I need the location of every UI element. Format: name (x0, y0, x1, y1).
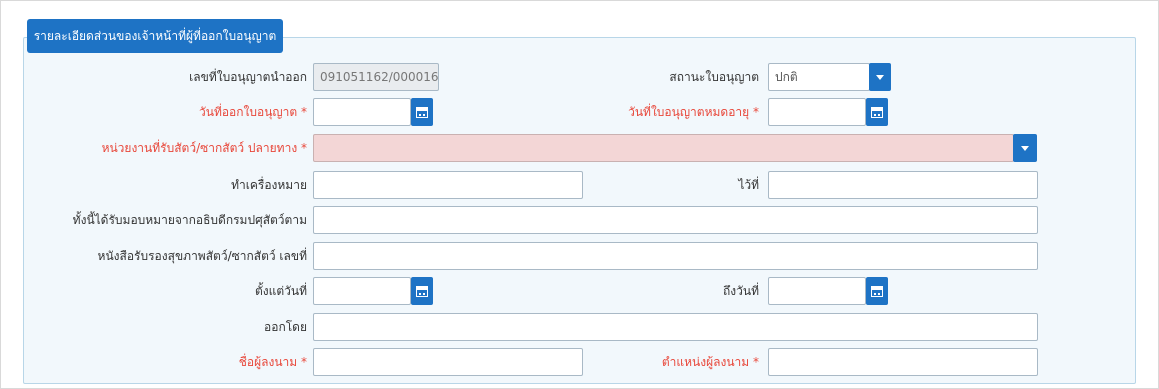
expire-date-input[interactable] (768, 98, 866, 126)
marking-label: ทำเครื่องหมาย (231, 178, 307, 192)
expire-date-calendar-button[interactable] (866, 98, 888, 126)
signer-position-input[interactable] (768, 348, 1038, 376)
destination-unit-dropdown-button[interactable] (1013, 134, 1037, 162)
chevron-down-icon (876, 74, 884, 80)
to-date-calendar-button[interactable] (866, 277, 888, 305)
section-title: รายละเอียดส่วนของเจ้าหน้าที่ผู้ที่ออกใบอ… (27, 19, 283, 53)
signer-name-input[interactable] (313, 348, 583, 376)
calendar-icon (871, 285, 883, 297)
issue-date-input[interactable] (313, 98, 411, 126)
assigned-by-label: ทั้งนี้ได้รับมอบหมายจากอธิบดีกรมปศุสัตว์… (72, 213, 307, 227)
from-date-label: ตั้งแต่วันที่ (254, 284, 307, 298)
destination-unit-select[interactable] (313, 134, 1014, 162)
health-cert-label: หนังสือรับรองสุขภาพสัตว์/ซากสัตว์ เลขที่ (97, 249, 307, 263)
issue-date-calendar-button[interactable] (411, 98, 433, 126)
expire-date-label: วันที่ใบอนุญาตหมดอายุ * (628, 105, 759, 119)
issued-by-input[interactable] (313, 313, 1038, 341)
license-status-label: สถานะใบอนุญาต (669, 70, 759, 84)
marking-input[interactable] (313, 171, 583, 199)
signer-name-label: ชื่อผู้ลงนาม * (238, 355, 307, 369)
license-prev-field: 091051162/000016 (313, 63, 439, 91)
at-input[interactable] (768, 171, 1038, 199)
to-date-label: ถึงวันที่ (723, 284, 759, 298)
from-date-input[interactable] (313, 277, 411, 305)
from-date-calendar-button[interactable] (411, 277, 433, 305)
license-prev-label: เลขที่ใบอนุญาตนำออก (189, 70, 307, 84)
at-label: ไว้ที่ (738, 178, 759, 192)
health-cert-input[interactable] (313, 242, 1038, 270)
license-status-dropdown-button[interactable] (869, 63, 891, 91)
calendar-icon (871, 106, 883, 118)
issue-date-label: วันที่ออกใบอนุญาต * (199, 105, 307, 119)
assigned-by-input[interactable] (313, 206, 1038, 234)
to-date-input[interactable] (768, 277, 866, 305)
chevron-down-icon (1021, 145, 1029, 151)
page-frame: รายละเอียดส่วนของเจ้าหน้าที่ผู้ที่ออกใบอ… (0, 0, 1159, 389)
issued-by-label: ออกโดย (264, 320, 307, 334)
destination-unit-label: หน่วยงานที่รับสัตว์/ซากสัตว์ ปลายทาง * (101, 141, 307, 155)
signer-position-label: ตำแหน่งผู้ลงนาม * (661, 355, 759, 369)
calendar-icon (416, 106, 428, 118)
calendar-icon (416, 285, 428, 297)
license-status-select[interactable]: ปกติ (768, 63, 870, 91)
